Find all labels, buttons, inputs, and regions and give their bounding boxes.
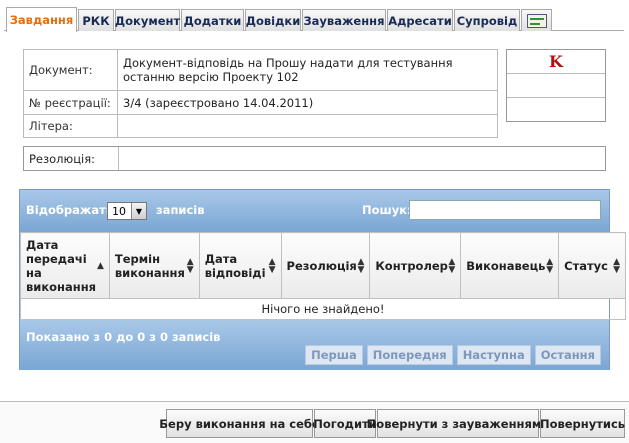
column-header-executor[interactable]: Виконавець ▲ ▼: [460, 232, 560, 299]
grid-footer: Показано з 0 до 0 з 0 записів Перша Попе…: [20, 320, 609, 370]
document-label: Документ:: [23, 49, 118, 91]
control-mark-letter: K: [549, 52, 563, 71]
action-bar: Беру виконання на себе Погодити Повернут…: [0, 401, 629, 443]
column-label: Резолюція: [286, 258, 357, 273]
page-last-button[interactable]: Остання: [534, 345, 601, 365]
tab-addressees[interactable]: Адресати: [387, 9, 453, 31]
column-label: Контролер: [375, 258, 448, 273]
spreadsheet-icon: [526, 13, 547, 28]
return-button[interactable]: Повернутись: [540, 409, 625, 438]
empty-row: Нічого не знайдено!: [20, 298, 626, 320]
sort-icon: ▲ ▼: [268, 256, 276, 275]
tab-rkk[interactable]: РКК: [78, 9, 114, 31]
control-mark-row-2: [507, 74, 605, 98]
sort-icon: ▲ ▼: [357, 256, 365, 275]
tab-references[interactable]: Довідки: [245, 9, 301, 31]
sort-icon: ▲ ▼: [546, 256, 554, 275]
column-header-transfer-date[interactable]: Дата передачі на виконання ▲: [20, 232, 110, 299]
tab-remarks[interactable]: Зауваження: [302, 9, 386, 31]
return-with-remarks-button[interactable]: Повернути з зауваженнями: [367, 409, 549, 438]
litera-label: Літера:: [23, 114, 118, 138]
column-header-deadline[interactable]: Термін виконання ▲ ▼: [108, 232, 200, 299]
column-label: Статус: [564, 258, 608, 273]
tab-document[interactable]: Документ: [115, 9, 180, 31]
resolution-label: Резолюція:: [24, 147, 119, 170]
column-header-status[interactable]: Статус ▲ ▼: [558, 232, 626, 299]
column-header-reply-date[interactable]: Дата відповіді ▲ ▼: [198, 232, 282, 299]
tab-spreadsheet[interactable]: [521, 9, 552, 31]
document-info-table: Документ: Документ-відповідь на Прошу на…: [23, 49, 498, 138]
document-value: Документ-відповідь на Прошу надати для т…: [117, 49, 498, 91]
page-length-select[interactable]: 10 ▼: [107, 202, 147, 220]
column-label: Дата відповіді: [204, 251, 266, 280]
sort-icon: ▲ ▼: [186, 256, 194, 275]
registration-value: 3/4 (зареєстровано 14.04.2011): [117, 90, 498, 115]
column-label: Виконавець: [466, 258, 546, 273]
search-label: Пошук:: [362, 203, 412, 217]
sort-icon: ▲ ▼: [448, 256, 456, 275]
sort-asc-icon: ▲: [96, 260, 104, 271]
page-next-button[interactable]: Наступна: [456, 345, 531, 365]
tab-attachments[interactable]: Додатки: [181, 9, 244, 31]
tab-bar: Завдання РКК Документ Додатки Довідки За…: [4, 7, 624, 32]
show-label: Відображати: [26, 203, 114, 217]
records-label: записів: [156, 203, 205, 217]
tasks-grid: Відображати 10 ▼ записів Пошук: Дата пер…: [19, 189, 626, 370]
search-input[interactable]: [409, 200, 601, 220]
tab-support[interactable]: Супровід: [454, 9, 520, 31]
control-mark-row-3: [507, 98, 605, 122]
grid-toolbar: Відображати 10 ▼ записів Пошук:: [20, 190, 609, 232]
tab-zavdannia[interactable]: Завдання: [6, 7, 77, 32]
page-prev-button[interactable]: Попередня: [366, 345, 453, 365]
litera-value: [117, 114, 498, 138]
column-header-resolution[interactable]: Резолюція ▲ ▼: [280, 232, 371, 299]
chevron-down-icon: ▼: [131, 203, 146, 219]
registration-label: № реєстрації:: [23, 90, 118, 115]
column-label: Дата передачі на виконання: [26, 237, 97, 294]
take-execution-button[interactable]: Беру виконання на себе: [159, 409, 320, 438]
resolution-row: Резолюція:: [23, 146, 606, 171]
control-mark-box: K: [506, 49, 606, 122]
column-label: Термін виконання: [114, 251, 185, 280]
column-header-controller[interactable]: Контролер ▲ ▼: [369, 232, 462, 299]
page-length-value: 10: [112, 204, 126, 218]
tasks-table: Дата передачі на виконання ▲ Термін викон…: [20, 232, 626, 320]
pagination: Перша Попередня Наступна Остання: [305, 345, 601, 365]
sort-icon: ▲ ▼: [613, 256, 620, 275]
records-info: Показано з 0 до 0 з 0 записів: [26, 330, 221, 344]
page-first-button[interactable]: Перша: [305, 345, 363, 365]
